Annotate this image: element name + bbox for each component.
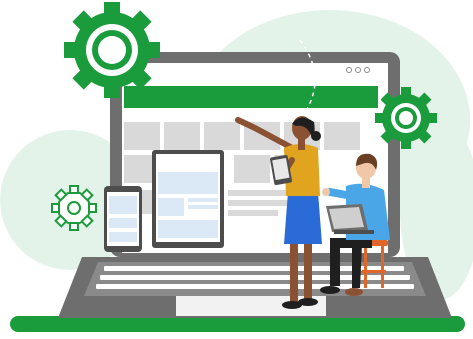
illustration-svg xyxy=(0,2,473,332)
large-gear-icon xyxy=(64,2,160,98)
smartphone xyxy=(104,186,142,252)
screen-header-bar xyxy=(124,86,378,108)
window-dots-icon xyxy=(346,67,370,73)
tablet xyxy=(152,150,224,248)
illustration-stage xyxy=(0,0,473,339)
outline-gear-icon xyxy=(51,185,97,231)
right-gear-icon xyxy=(375,87,437,149)
ground-shadow xyxy=(10,316,465,332)
